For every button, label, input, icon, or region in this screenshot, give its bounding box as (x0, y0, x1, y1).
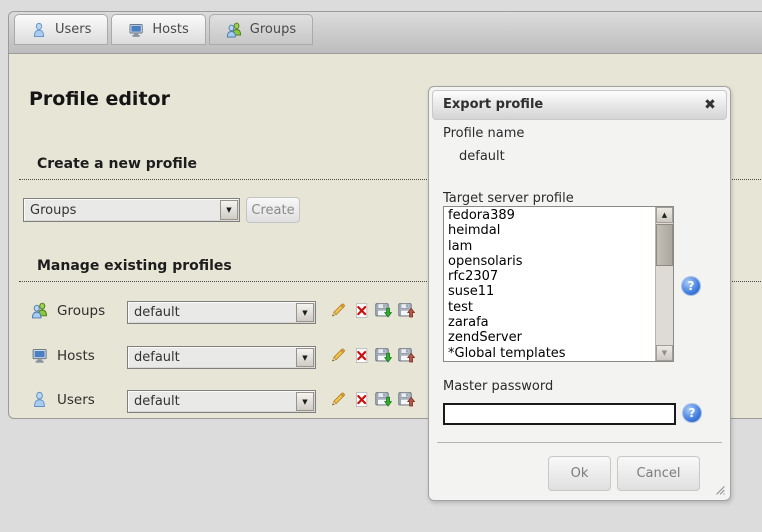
row-label: Hosts (57, 345, 95, 367)
delete-profile-icon[interactable] (353, 391, 370, 408)
import-profile-icon[interactable] (398, 391, 415, 408)
dialog-titlebar[interactable]: Export profile ✖ (432, 90, 727, 120)
close-icon[interactable]: ✖ (700, 95, 720, 115)
groups-profile-select[interactable]: default ▼ (127, 301, 316, 324)
export-profile-icon[interactable] (375, 391, 392, 408)
list-option[interactable]: rfc2307 (444, 269, 656, 284)
target-server-profile-label: Target server profile (443, 191, 574, 206)
dialog-title: Export profile (443, 91, 543, 119)
delete-profile-icon[interactable] (353, 347, 370, 364)
list-option[interactable]: heimdal (444, 223, 656, 238)
list-option[interactable]: fedora389 (444, 208, 656, 223)
users-profile-select[interactable]: default ▼ (127, 390, 316, 413)
manage-row-users: Users default ▼ (9, 389, 439, 411)
group-icon (31, 302, 48, 323)
scrollbar-thumb[interactable] (656, 224, 673, 266)
dialog-divider (437, 442, 722, 443)
host-icon (128, 22, 144, 38)
list-option[interactable]: test (444, 300, 656, 315)
export-profile-icon[interactable] (375, 302, 392, 319)
scroll-down-icon[interactable]: ▼ (656, 345, 673, 361)
chevron-down-icon: ▼ (296, 348, 314, 367)
master-password-input[interactable] (443, 403, 676, 425)
user-icon (31, 22, 47, 38)
row-label: Groups (57, 300, 105, 322)
page-title: Profile editor (29, 88, 170, 110)
tab-bar: Users Hosts Groups (9, 12, 762, 54)
tab-groups[interactable]: Groups (209, 14, 313, 45)
chevron-down-icon: ▼ (296, 303, 314, 322)
master-password-label: Master password (443, 379, 553, 394)
delete-profile-icon[interactable] (353, 302, 370, 319)
export-profile-dialog: Export profile ✖ Profile name default Ta… (428, 86, 731, 501)
list-option[interactable]: suse11 (444, 284, 656, 299)
tab-hosts-label: Hosts (152, 22, 188, 37)
import-profile-icon[interactable] (398, 302, 415, 319)
profile-type-select[interactable]: Groups ▼ (23, 198, 240, 222)
list-option[interactable]: lam (444, 239, 656, 254)
group-icon (226, 22, 242, 38)
users-profile-select-value: default (128, 394, 295, 409)
profile-type-select-value: Groups (24, 203, 219, 218)
edit-profile-icon[interactable] (329, 302, 346, 319)
list-option[interactable]: opensolaris (444, 254, 656, 269)
chevron-down-icon: ▼ (296, 392, 314, 411)
import-profile-icon[interactable] (398, 347, 415, 364)
tab-users[interactable]: Users (14, 14, 108, 45)
resize-handle-icon[interactable] (713, 483, 727, 497)
edit-profile-icon[interactable] (329, 391, 346, 408)
target-server-profile-listbox[interactable]: fedora389 heimdal lam opensolaris rfc230… (443, 206, 674, 362)
export-profile-icon[interactable] (375, 347, 392, 364)
tab-hosts[interactable]: Hosts (111, 14, 205, 45)
ok-button[interactable]: Ok (548, 456, 611, 491)
tab-list: Users Hosts Groups (14, 14, 313, 45)
chevron-down-icon: ▼ (220, 200, 238, 220)
edit-profile-icon[interactable] (329, 347, 346, 364)
list-option[interactable]: zarafa (444, 315, 656, 330)
hosts-profile-select[interactable]: default ▼ (127, 346, 316, 369)
profile-name-label: Profile name (443, 126, 524, 141)
scroll-up-icon[interactable]: ▲ (656, 207, 673, 223)
create-button[interactable]: Create (246, 197, 300, 223)
tab-groups-label: Groups (250, 22, 296, 37)
cancel-button[interactable]: Cancel (617, 456, 700, 491)
help-icon[interactable]: ? (682, 277, 700, 295)
user-icon (31, 391, 48, 412)
list-option[interactable]: zendServer (444, 330, 656, 345)
tab-users-label: Users (55, 22, 91, 37)
list-option[interactable]: *Global templates (444, 346, 656, 361)
profile-name-value: default (459, 149, 505, 164)
groups-profile-select-value: default (128, 305, 295, 320)
host-icon (31, 347, 48, 368)
help-icon[interactable]: ? (683, 404, 701, 422)
hosts-profile-select-value: default (128, 350, 295, 365)
manage-row-hosts: Hosts default ▼ (9, 345, 439, 367)
listbox-items: fedora389 heimdal lam opensolaris rfc230… (444, 208, 656, 361)
manage-row-groups: Groups default ▼ (9, 300, 439, 322)
row-label: Users (57, 389, 95, 411)
listbox-scrollbar[interactable]: ▲ ▼ (655, 207, 673, 361)
